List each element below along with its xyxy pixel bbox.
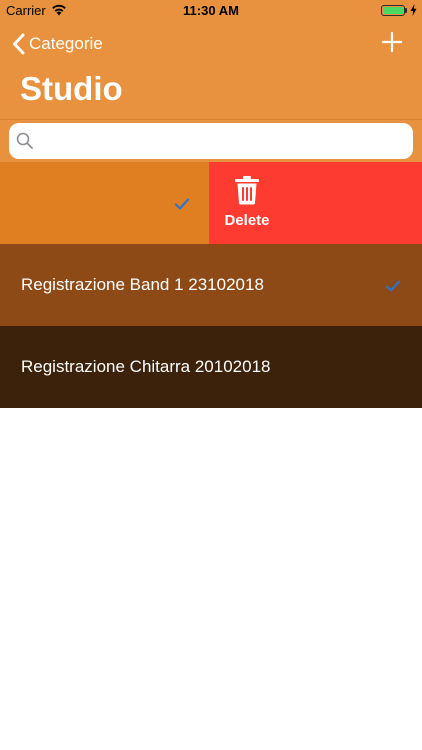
back-button[interactable]: Categorie [12, 31, 103, 57]
search-input[interactable] [41, 123, 401, 159]
status-bar: Carrier 11:30 AM [0, 0, 422, 22]
charging-bolt-icon [410, 4, 417, 16]
search-field[interactable] [9, 123, 413, 159]
trash-icon [235, 176, 259, 205]
checkmark-icon [174, 198, 190, 210]
list-item-label: Registrazione Chitarra 20102018 [21, 357, 271, 376]
delete-button-label: Delete [224, 212, 270, 229]
navigation-header: Carrier 11:30 AM Categorie Studio [0, 0, 422, 119]
checkmark-icon [385, 280, 401, 292]
battery-cap [405, 8, 407, 13]
page-title: Studio [20, 70, 123, 107]
plus-icon[interactable] [381, 31, 403, 53]
chevron-left-icon [13, 33, 25, 55]
list-item[interactable]: Registrazione Band 1 23102018 [0, 244, 422, 326]
back-button-label: Categorie [29, 34, 103, 53]
list-item[interactable]: Registrazione Chitarra 20102018 [0, 326, 422, 408]
search-icon [16, 132, 33, 149]
battery-icon [381, 5, 405, 16]
list-item-label: Registrazione Band 1 23102018 [21, 275, 264, 294]
delete-button[interactable]: Delete [209, 162, 422, 244]
status-time: 11:30 AM [183, 3, 239, 18]
search-bar [0, 119, 422, 162]
